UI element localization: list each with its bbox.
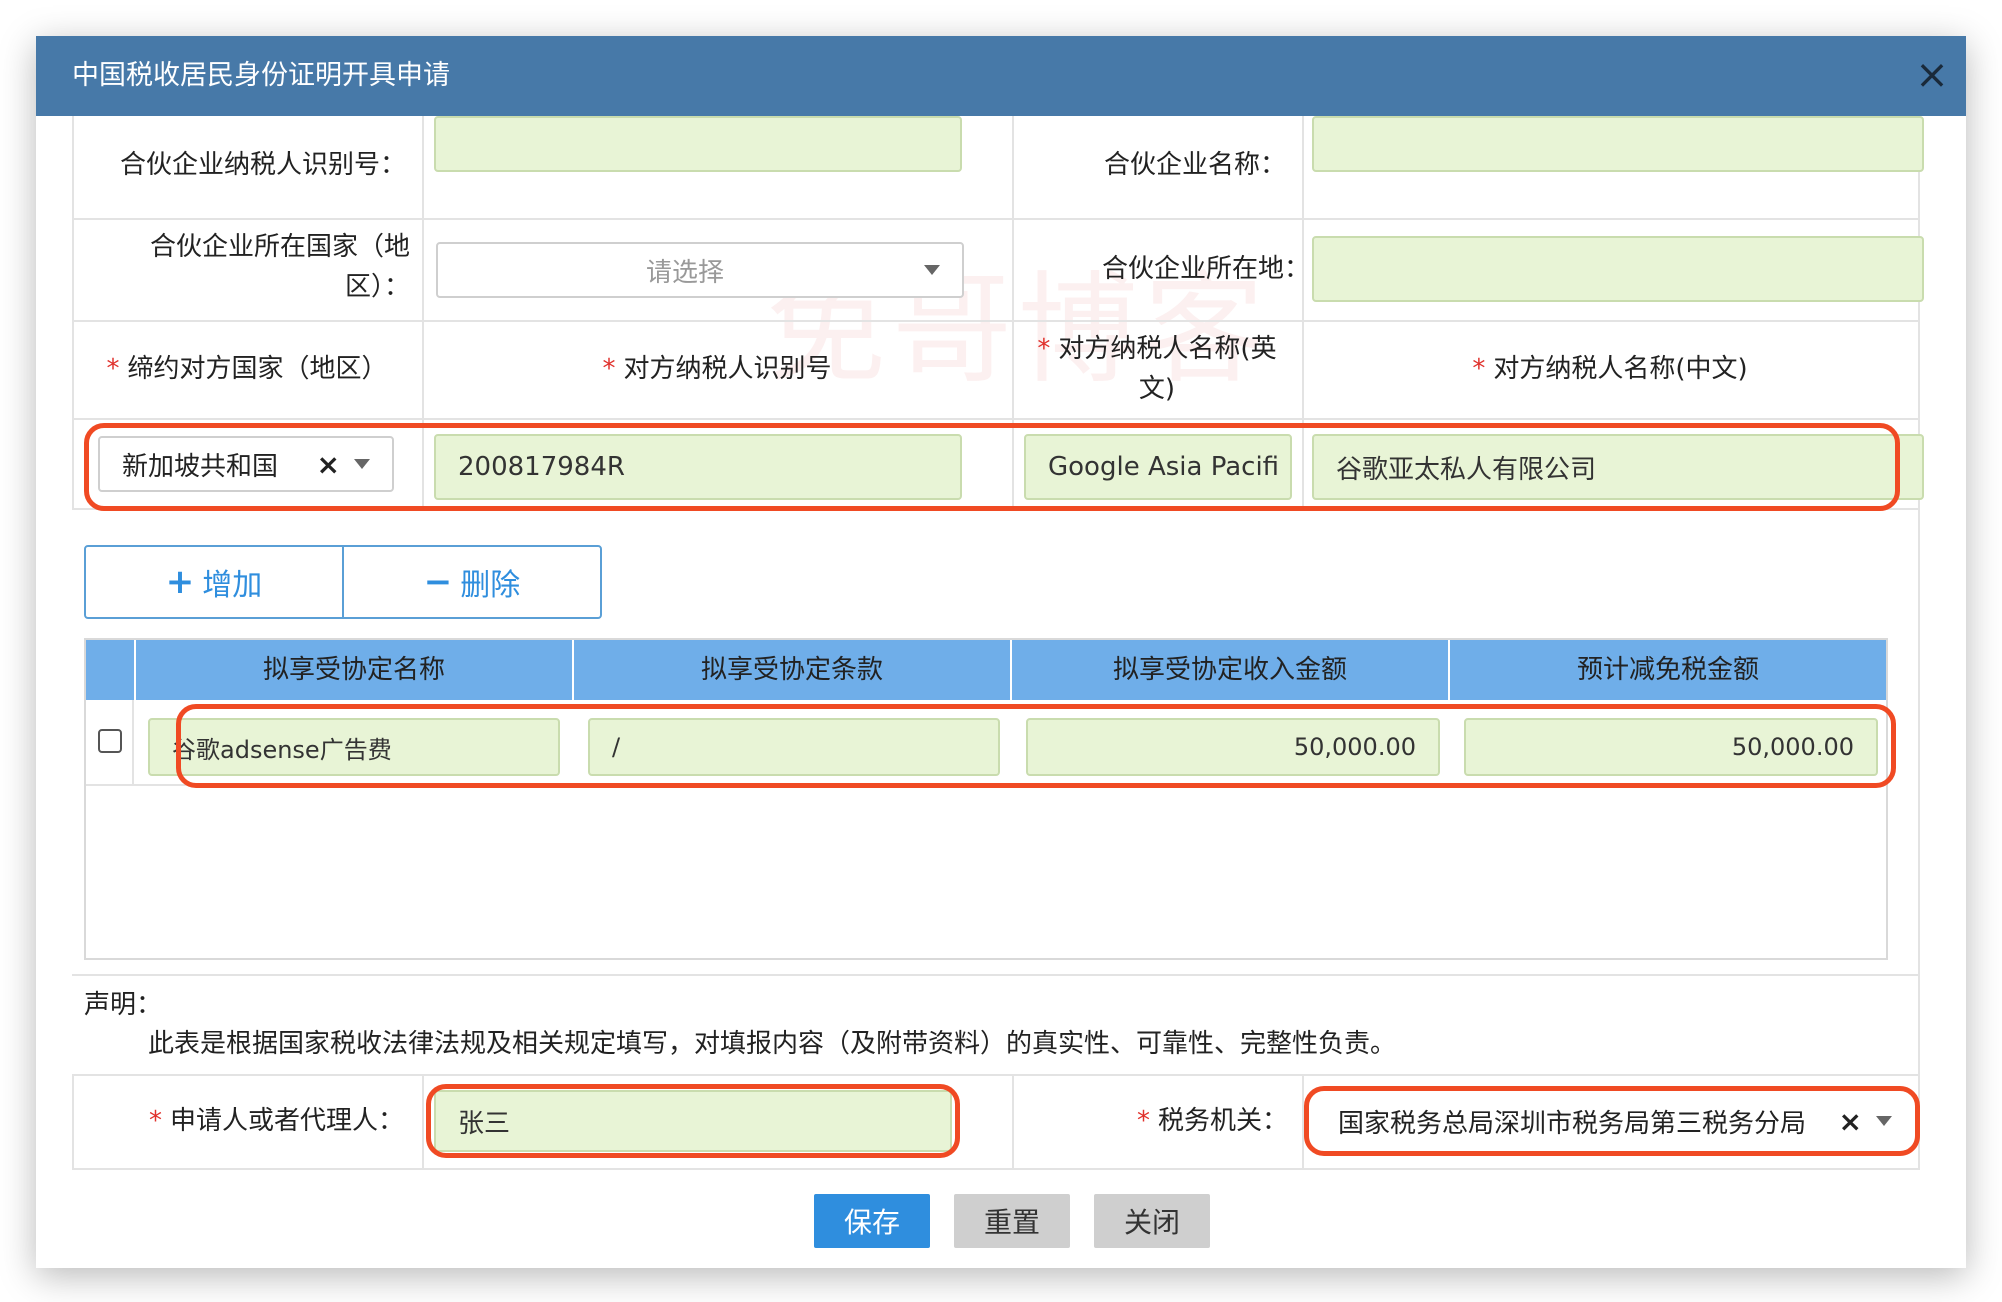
counterparty-name-en-input[interactable]: Google Asia Pacifi [1024,434,1292,500]
clear-icon[interactable]: × [317,448,340,481]
divider [72,508,1920,510]
required-mark: * [1136,1106,1150,1136]
applicant-input[interactable]: 张三 [434,1090,952,1152]
col-country-header: * 缔约对方国家（地区） [72,350,422,388]
divider [1302,116,1304,508]
tax-office-label: * 税务机关： [1032,1102,1288,1140]
partner-name-input[interactable] [1312,116,1924,172]
divider [1012,116,1014,508]
caret-down-icon [924,265,940,275]
close-button[interactable]: 关闭 [1094,1194,1210,1248]
caret-down-icon [354,459,370,469]
partner-country-label-line1: 合伙企业所在国家（地 [149,232,410,262]
tax-office-select[interactable]: 国家税务总局深圳市税务局第三税务分局 × [1316,1092,1914,1150]
divider [72,1168,1920,1170]
treaty-name-input[interactable]: 谷歌adsense广告费 [148,718,560,776]
divider [422,1074,424,1170]
dialog-title: 中国税收居民身份证明开具申请 [72,60,450,91]
close-icon[interactable]: × [1912,55,1952,96]
declaration-text: 此表是根据国家税收法律法规及相关规定填写，对填报内容（及附带资料）的真实性、可靠… [148,1029,1397,1059]
col-name-en-text1: 对方纳税人名称(英 [1058,334,1277,364]
counterparty-country-value: 新加坡共和国 [122,451,279,482]
treaty-col-reduction: 预计减免税金额 [1448,640,1886,700]
counterparty-name-cn-input[interactable]: 谷歌亚太私人有限公司 [1312,434,1924,500]
treaty-table-header: 拟享受协定名称 拟享受协定条款 拟享受协定收入金额 预计减免税金额 [86,640,1886,700]
add-row-button[interactable]: + 增加 [86,547,342,617]
partner-tin-label: 合伙企业纳税人识别号： [119,150,406,180]
add-row-label: 增加 [202,568,263,603]
divider [86,784,1886,786]
row-checkbox[interactable] [98,729,122,753]
divider [1302,1074,1304,1170]
partner-tin-input[interactable] [434,116,962,172]
partner-country-label-line2: 区）： [344,272,410,302]
divider [72,218,1920,220]
reset-button[interactable]: 重置 [954,1194,1070,1248]
applicant-label-text: 申请人或者代理人： [169,1106,404,1136]
divider [72,974,1920,976]
divider [422,116,424,508]
treaty-table: 拟享受协定名称 拟享受协定条款 拟享受协定收入金额 预计减免税金额 谷歌adse… [84,638,1888,960]
caret-down-icon [1876,1116,1892,1126]
save-button[interactable]: 保存 [814,1194,930,1248]
required-mark: * [106,354,120,384]
partner-name-label: 合伙企业名称： [1103,150,1286,180]
partner-country-placeholder: 请选择 [645,257,724,288]
treaty-income-input[interactable]: 50,000.00 [1026,718,1440,776]
col-tin-header: * 对方纳税人识别号 [422,350,1012,388]
treaty-clause-input[interactable]: / [588,718,1000,776]
delete-row-button[interactable]: − 删除 [342,547,600,617]
col-name-en-header-line2: 文) [1138,374,1176,404]
counterparty-tin-input[interactable]: 200817984R [434,434,962,500]
applicant-label: * 申请人或者代理人： [72,1102,404,1140]
dialog: 中国税收居民身份证明开具申请 × 免哥博客 合伙企业纳税人识别号： 合伙企业名称… [36,36,1966,1268]
plus-icon: + [165,562,195,602]
required-mark: * [1472,354,1486,384]
partner-location-label: 合伙企业所在地： [1101,254,1310,284]
treaty-reduction-input[interactable]: 50,000.00 [1464,718,1878,776]
divider [72,320,1920,322]
delete-row-label: 删除 [460,568,521,603]
divider [72,1074,1920,1076]
counterparty-country-select[interactable]: 新加坡共和国 × [98,436,394,492]
divider [1012,1074,1014,1170]
col-name-cn-text: 对方纳税人名称(中文) [1493,354,1748,384]
col-name-cn-header: * 对方纳税人名称(中文) [1302,350,1918,388]
treaty-col-name: 拟享受协定名称 [134,640,572,700]
treaty-col-income: 拟享受协定收入金额 [1010,640,1448,700]
dialog-titlebar: 中国税收居民身份证明开具申请 × [36,36,1966,116]
treaty-col-clause: 拟享受协定条款 [572,640,1010,700]
col-tin-text: 对方纳税人识别号 [623,354,832,384]
col-name-en-header-line1: * 对方纳税人名称(英 [1012,330,1302,368]
col-country-text: 缔约对方国家（地区） [127,354,388,384]
divider [72,418,1920,420]
divider [132,700,134,786]
tax-office-value: 国家税务总局深圳市税务局第三税务分局 [1338,1108,1807,1139]
declaration-title: 声明： [84,990,163,1020]
required-mark: * [602,354,616,384]
partner-location-input[interactable] [1312,236,1924,302]
tax-office-label-text: 税务机关： [1157,1106,1288,1136]
required-mark: * [1037,334,1051,364]
row-action-group: + 增加 − 删除 [84,545,602,619]
partner-country-select[interactable]: 请选择 [436,242,964,298]
clear-icon[interactable]: × [1839,1105,1862,1138]
required-mark: * [148,1106,162,1136]
minus-icon: − [423,562,453,602]
